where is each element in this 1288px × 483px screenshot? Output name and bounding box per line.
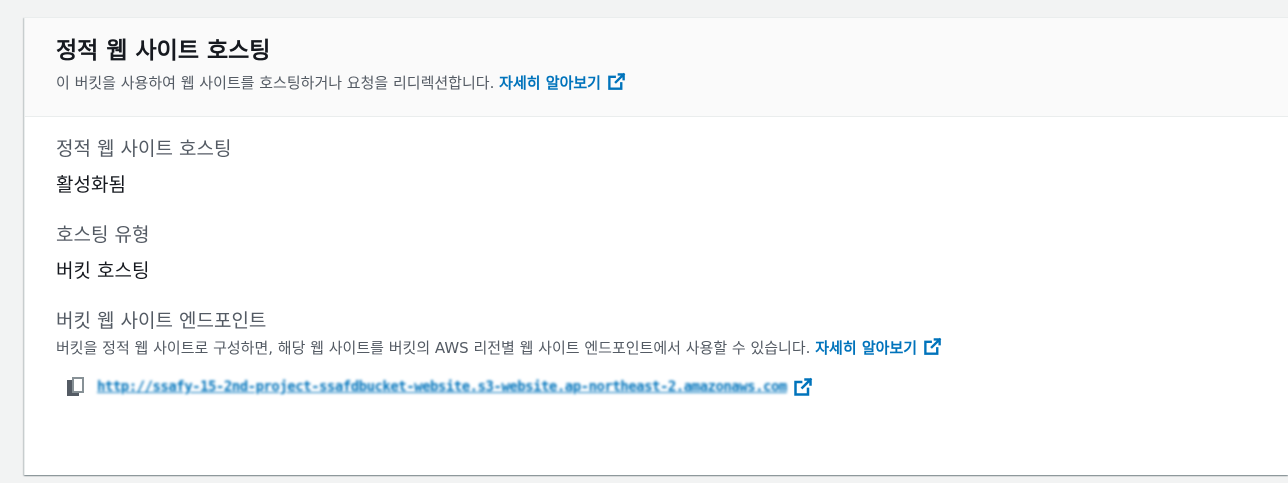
field-value: 활성화됨 — [56, 174, 126, 196]
endpoint-row: http://ssafy-15-2nd-project-ssafdbucket-… — [66, 374, 1257, 400]
panel-header: 정적 웹 사이트 호스팅 이 버킷을 사용하여 웹 사이트를 호스팅하거나 요청… — [25, 18, 1288, 117]
field-website-endpoint: 버킷 웹 사이트 엔드포인트 버킷을 정적 웹 사이트로 구성하면, 해당 웹 … — [56, 307, 1257, 400]
field-label: 버킷 웹 사이트 엔드포인트 — [56, 310, 267, 332]
external-link-icon — [794, 377, 813, 396]
field-label: 호스팅 유형 — [56, 224, 150, 246]
field-hosting-status: 정적 웹 사이트 호스팅 활성화됨 — [56, 135, 1257, 199]
learn-more-link[interactable]: 자세히 알아보기 — [499, 72, 626, 92]
panel-body: 정적 웹 사이트 호스팅 활성화됨 호스팅 유형 버킷 호스팅 버킷 웹 사이트… — [25, 117, 1288, 400]
field-value: 버킷 호스팅 — [56, 260, 150, 282]
learn-more-label: 자세히 알아보기 — [815, 339, 918, 357]
learn-more-label: 자세히 알아보기 — [499, 74, 601, 92]
field-hint-text: 버킷을 정적 웹 사이트로 구성하면, 해당 웹 사이트를 버킷의 AWS 리전… — [56, 339, 811, 357]
static-website-hosting-panel: 정적 웹 사이트 호스팅 이 버킷을 사용하여 웹 사이트를 호스팅하거나 요청… — [24, 17, 1288, 475]
panel-title: 정적 웹 사이트 호스팅 — [56, 38, 271, 64]
field-label: 정적 웹 사이트 호스팅 — [56, 138, 232, 160]
endpoint-learn-more-link[interactable]: 자세히 알아보기 — [815, 337, 942, 357]
copy-icon[interactable] — [66, 376, 86, 398]
panel-description: 이 버킷을 사용하여 웹 사이트를 호스팅하거나 요청을 리디렉션합니다. 자세… — [56, 72, 1257, 94]
external-link-icon — [608, 72, 626, 90]
field-hint: 버킷을 정적 웹 사이트로 구성하면, 해당 웹 사이트를 버킷의 AWS 리전… — [56, 337, 1257, 359]
field-hosting-type: 호스팅 유형 버킷 호스팅 — [56, 221, 1257, 285]
external-link-icon — [924, 337, 942, 355]
website-endpoint-link[interactable]: http://ssafy-15-2nd-project-ssafdbucket-… — [97, 379, 787, 395]
panel-description-text: 이 버킷을 사용하여 웹 사이트를 호스팅하거나 요청을 리디렉션합니다. — [56, 74, 495, 92]
